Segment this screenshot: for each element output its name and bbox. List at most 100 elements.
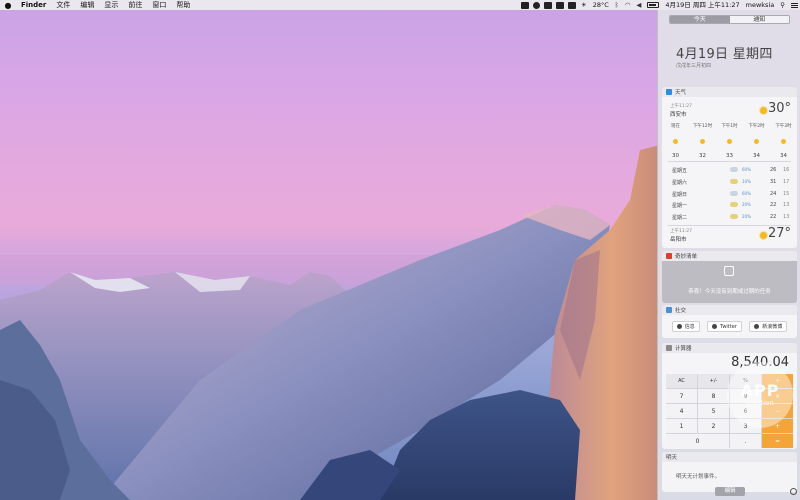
volume-icon[interactable]: ◀ [633, 0, 644, 10]
twitter-button[interactable]: Twitter [707, 321, 742, 332]
tab-today[interactable]: 今天 [670, 16, 730, 23]
messages-icon [676, 324, 682, 329]
app-solution-watermark: APP solution [727, 362, 793, 428]
daily-low: 15 [783, 190, 790, 197]
sunny-icon [727, 139, 732, 144]
sunny-icon [781, 139, 786, 144]
status-app-icon[interactable] [520, 1, 529, 9]
hourly-temp: 34 [753, 153, 760, 159]
notification-center-icon[interactable] [788, 0, 800, 10]
calc-key-0[interactable]: 0 [666, 434, 729, 448]
menu-window[interactable]: 窗口 [147, 0, 171, 10]
daily-day: 星期日 [672, 191, 688, 198]
calculator-widget-title: 计算器 [675, 346, 692, 352]
menu-help[interactable]: 帮助 [171, 0, 195, 10]
tomorrow-widget[interactable]: 明天 明天无计划事件。 [662, 452, 797, 492]
daily-precip: 20% [742, 202, 751, 208]
status-app-icon-3[interactable] [543, 1, 552, 9]
daily-high: 24 [770, 190, 777, 197]
weather-location-2: 上午11:27 岳阳市 [670, 228, 692, 243]
daily-day: 星期二 [672, 215, 688, 222]
weibo-button[interactable]: 新浪微博 [749, 321, 788, 332]
sunny-icon [673, 139, 678, 144]
twitter-icon [712, 324, 718, 329]
weather-status-text[interactable]: 28°C [590, 0, 612, 10]
social-widget-header: 社交 [662, 305, 797, 315]
tomorrow-widget-title: 明天 [666, 455, 678, 461]
messages-button[interactable]: 信息 [671, 321, 700, 332]
reminders-widget-header: 奇妙清单 [662, 251, 797, 261]
tab-notifications[interactable]: 通知 [729, 16, 789, 23]
status-app-icon-2[interactable] [532, 1, 540, 9]
status-app-icon-5[interactable] [567, 1, 576, 9]
divider [668, 161, 791, 162]
daily-precip: 20% [742, 214, 751, 220]
watermark-line-2: solution [746, 399, 774, 407]
today-date: 4月19日 星期四 [676, 47, 773, 62]
partly-cloudy-icon [730, 202, 738, 208]
hourly-item: 下午2时 34 [743, 123, 770, 159]
daily-precip: 60% [742, 190, 751, 196]
bluetooth-icon[interactable]: ᛒ [612, 0, 622, 10]
clock-datetime[interactable]: 4月19日 周四 上午11:27 [662, 0, 742, 10]
sunny-icon [700, 139, 705, 144]
daily-high: 22 [770, 214, 777, 221]
gear-icon[interactable] [790, 488, 797, 495]
daily-low: 13 [783, 214, 790, 221]
calc-key-1[interactable]: 1 [666, 419, 697, 433]
weather-status-icon[interactable]: ☀ [578, 0, 590, 10]
calc-key-equals[interactable]: = [762, 434, 793, 448]
weather-location-1-time: 上午11:27 [670, 104, 692, 109]
calc-key-5[interactable]: 5 [698, 404, 729, 418]
menu-app-finder[interactable]: Finder [16, 0, 51, 10]
rain-cloud-icon [730, 167, 738, 172]
daily-high: 26 [770, 167, 777, 173]
menu-bar-left: ● Finder 文件 编辑 显示 前往 窗口 帮助 [0, 0, 195, 10]
weibo-button-label: 新浪微博 [762, 324, 783, 330]
battery-icon[interactable] [647, 2, 660, 8]
hourly-item: 下午12时 32 [689, 123, 716, 159]
tomorrow-empty-text: 明天无计划事件。 [676, 474, 721, 480]
calc-key-7[interactable]: 7 [666, 389, 697, 403]
spotlight-search-icon[interactable]: ⚲ [777, 0, 788, 10]
edit-widgets-button[interactable]: 编辑 [715, 487, 745, 496]
menu-view[interactable]: 显示 [99, 0, 123, 10]
reminders-empty-text: 恭喜！今天没有到期或过期的任务 [688, 289, 771, 295]
wunderlist-app-icon [666, 253, 672, 259]
wifi-icon[interactable]: ◠ [622, 0, 634, 10]
calc-key-negate[interactable]: +/- [698, 374, 729, 388]
sunny-icon [754, 139, 759, 144]
calc-key-8[interactable]: 8 [698, 389, 729, 403]
menu-file[interactable]: 文件 [51, 0, 75, 10]
weather-location-2-temp: 27° [767, 226, 791, 241]
calc-key-clear[interactable]: AC [666, 374, 697, 388]
tomorrow-widget-header: 明天 [662, 452, 797, 462]
menu-edit[interactable]: 编辑 [75, 0, 99, 10]
menu-go[interactable]: 前往 [123, 0, 147, 10]
calc-key-2[interactable]: 2 [698, 419, 729, 433]
checkbox-icon [724, 266, 734, 276]
calc-key-decimal[interactable]: . [730, 434, 761, 448]
hourly-item: 现在 30 [662, 123, 689, 159]
hourly-forecast: 现在 30 下午12时 32 下午1时 33 下午2时 34 下午3时 34 [662, 123, 797, 159]
hourly-temp: 32 [699, 153, 706, 159]
weather-widget[interactable]: 天气 上午11:27 西安市 30° 现在 30 下午12时 32 下午1时 3… [662, 87, 797, 248]
apple-menu-icon[interactable]: ● [0, 1, 16, 10]
sunny-icon [760, 107, 767, 114]
status-app-icon-4[interactable] [555, 1, 564, 9]
daily-low: 13 [783, 202, 790, 209]
user-name[interactable]: mewksia [743, 0, 778, 10]
calc-key-4[interactable]: 4 [666, 404, 697, 418]
daily-precip: 10% [742, 178, 751, 184]
daily-forecast: 星期五 60% 26 16 星期六 10% 31 17 星期日 60% 24 1… [662, 165, 797, 224]
daily-low: 17 [783, 178, 790, 185]
reminders-widget-title: 奇妙清单 [675, 254, 698, 260]
partly-cloudy-icon [730, 214, 738, 220]
weather-location-1-city: 西安市 [670, 112, 687, 118]
hourly-label: 下午1时 [721, 124, 738, 129]
daily-row: 星期二 20% 22 13 [662, 212, 797, 224]
daily-low: 16 [783, 167, 790, 173]
calculator-app-icon [666, 345, 672, 351]
hourly-item: 下午1时 33 [716, 123, 743, 159]
reminders-widget[interactable]: 奇妙清单 恭喜！今天没有到期或过期的任务 [662, 251, 797, 303]
